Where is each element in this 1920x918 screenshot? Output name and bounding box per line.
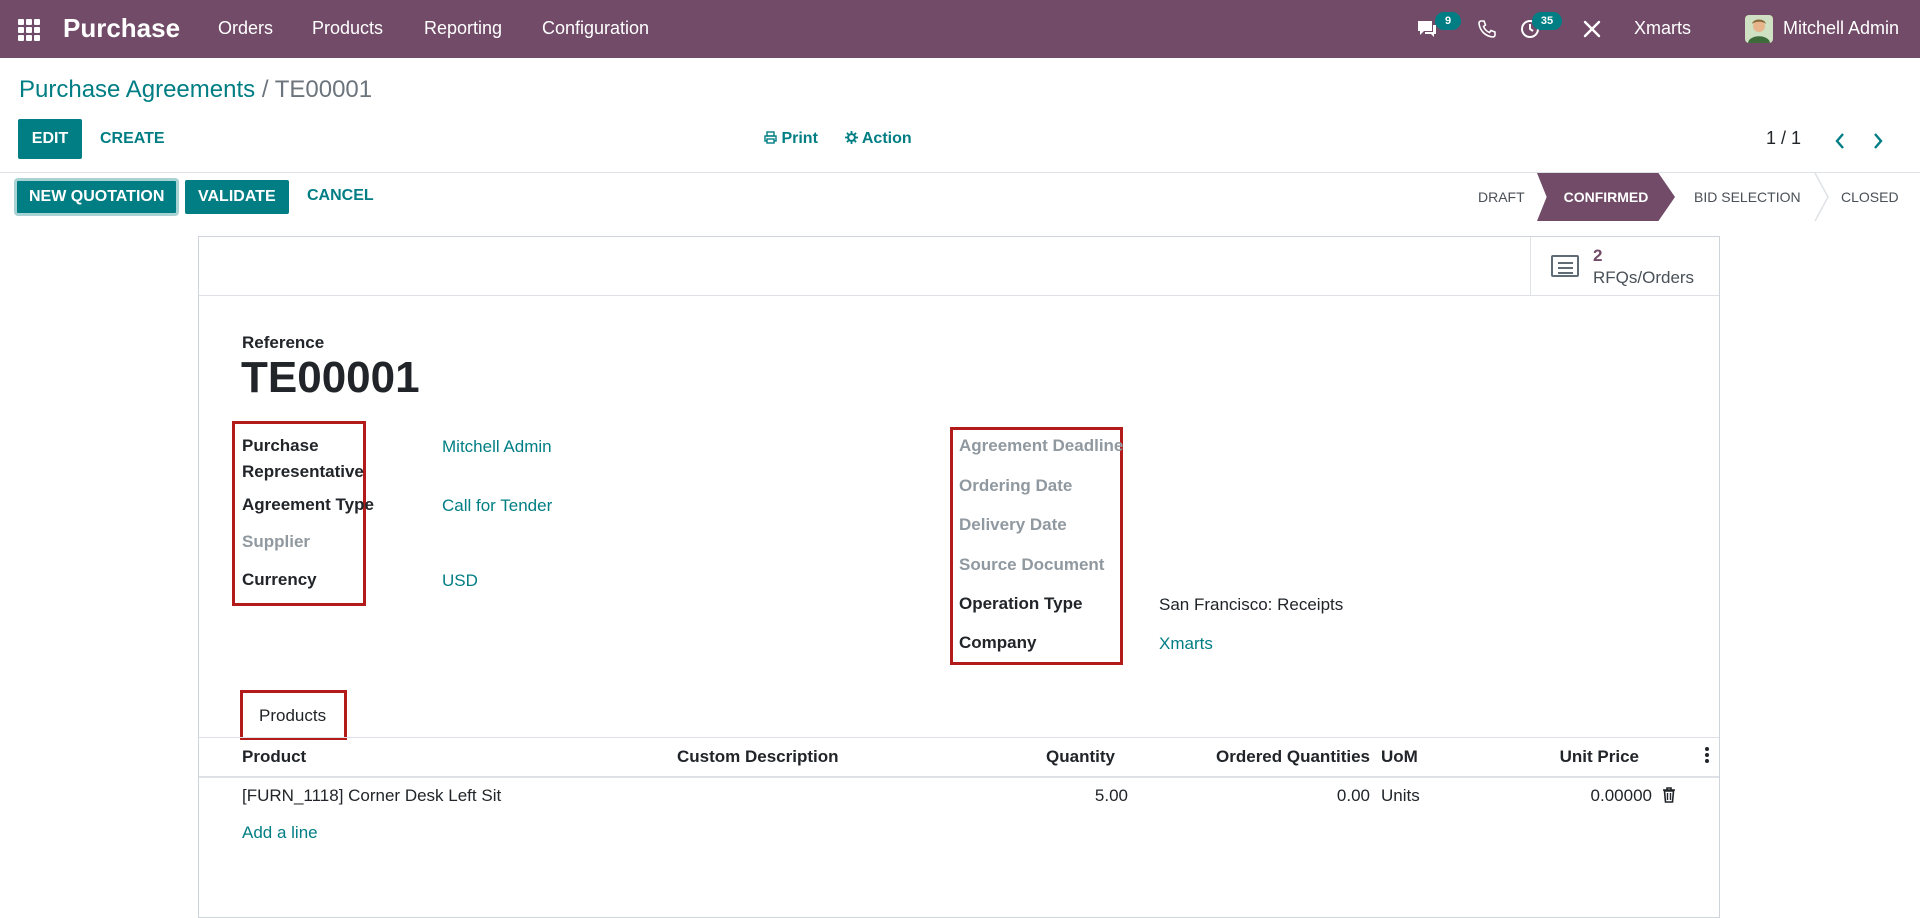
button-box: 2 RFQs/Orders [199,237,1719,296]
app-name[interactable]: Purchase [63,0,180,58]
breadcrumb-current: TE00001 [274,76,373,103]
menu-orders[interactable]: Orders [218,0,273,58]
reference-label: Reference [242,333,325,352]
new-quotation-button[interactable]: NEW QUOTATION [13,178,180,216]
print-icon [764,131,777,144]
cell-quantity[interactable]: 5.00 [1095,786,1128,806]
top-navbar: Purchase Orders Products Reporting Confi… [0,0,1920,58]
col-product[interactable]: Product [242,747,306,767]
operation-type-field[interactable]: San Francisco: Receipts [1159,595,1343,615]
cell-product[interactable]: [FURN_1118] Corner Desk Left Sit [242,786,501,806]
stage-confirmed[interactable]: CONFIRMED [1537,173,1675,221]
currency-label: Currency [242,570,317,589]
create-button[interactable]: CREATE [100,130,165,148]
optional-columns-icon[interactable] [1704,746,1710,769]
menu-reporting[interactable]: Reporting [424,0,502,58]
stage-divider [1660,173,1674,221]
ordering-date-label: Ordering Date [959,476,1073,495]
purchase-rep-field[interactable]: Mitchell Admin [442,437,552,457]
pager-previous-icon[interactable] [1834,124,1846,157]
source-document-label: Source Document [959,555,1105,574]
col-custom-description[interactable]: Custom Description [677,747,839,767]
cell-uom[interactable]: Units [1381,786,1420,806]
menu-products[interactable]: Products [312,0,383,58]
action-label: Action [861,130,912,147]
tab-products[interactable]: Products [259,706,326,726]
company-switcher[interactable]: Xmarts [1634,0,1691,58]
validate-button[interactable]: VALIDATE [185,180,289,214]
agreement-deadline-label: Agreement Deadline [959,436,1124,455]
reference-value: TE00001 [241,353,420,402]
messages-badge: 9 [1435,12,1461,30]
col-uom[interactable]: UoM [1381,747,1418,767]
add-line-link[interactable]: Add a line [242,823,318,843]
purchase-rep-label-2: Representative [242,462,364,481]
highlight-box [950,427,1123,665]
activities-badge: 35 [1532,12,1562,30]
phone-icon[interactable] [1478,0,1502,58]
action-button[interactable]: Action [845,130,912,148]
cancel-button[interactable]: CANCEL [307,187,374,205]
rfqs-orders-smart-button[interactable]: 2 RFQs/Orders [1530,237,1720,295]
currency-field[interactable]: USD [442,571,478,591]
table-row[interactable]: [FURN_1118] Corner Desk Left Sit 5.00 0.… [199,777,1719,815]
source-document-field[interactable] [1159,552,1459,576]
purchase-rep-label: Purchase [242,436,319,455]
print-button[interactable]: Print [764,130,818,148]
cell-unit-price[interactable]: 0.00000 [1591,786,1652,806]
supplier-label: Supplier [242,532,311,551]
ordering-date-field[interactable] [1159,473,1459,497]
rfqs-count: 2 [1593,246,1603,265]
apps-grid-icon[interactable] [18,0,42,58]
print-label: Print [781,130,818,147]
pager-next-icon[interactable] [1872,124,1884,157]
cell-ordered-quantities[interactable]: 0.00 [1337,786,1370,806]
delivery-date-field[interactable] [1159,512,1459,536]
company-field[interactable]: Xmarts [1159,634,1213,654]
edit-button[interactable]: EDIT [18,119,82,159]
avatar[interactable] [1745,15,1773,43]
table-header: Product Custom Description Quantity Orde… [199,737,1719,778]
stage-draft[interactable]: DRAFT [1478,173,1525,221]
tools-icon[interactable] [1583,0,1605,58]
operation-type-label: Operation Type [959,594,1083,613]
agreement-type-field[interactable]: Call for Tender [442,496,552,516]
menu-configuration[interactable]: Configuration [542,0,649,58]
col-ordered-quantities[interactable]: Ordered Quantities [1216,747,1370,767]
pager-value[interactable]: 1 / 1 [1766,128,1801,149]
breadcrumb-parent[interactable]: Purchase Agreements [19,76,255,103]
status-bar: NEW QUOTATION VALIDATE CANCEL DRAFT CONF… [0,172,1920,222]
agreement-deadline-field[interactable] [1159,433,1459,457]
delivery-date-label: Delivery Date [959,515,1067,534]
stage-bid-selection[interactable]: BID SELECTION [1694,173,1801,221]
breadcrumb: Purchase Agreements / TE00001 [19,76,372,104]
agreement-type-label: Agreement Type [242,495,374,514]
user-menu[interactable]: Mitchell Admin [1783,0,1899,58]
gear-icon [845,131,858,144]
company-label: Company [959,633,1037,652]
stage-closed[interactable]: CLOSED [1841,173,1899,221]
stage-divider [1814,173,1829,221]
form-sheet: 2 RFQs/Orders Reference TE00001 Purchase… [198,236,1720,918]
rfqs-label: RFQs/Orders [1593,268,1695,287]
breadcrumb-separator: / [261,76,269,103]
trash-icon[interactable] [1662,787,1676,808]
supplier-field[interactable] [442,529,742,553]
col-unit-price[interactable]: Unit Price [1560,747,1639,767]
list-icon [1551,255,1579,277]
col-quantity[interactable]: Quantity [1046,747,1115,767]
